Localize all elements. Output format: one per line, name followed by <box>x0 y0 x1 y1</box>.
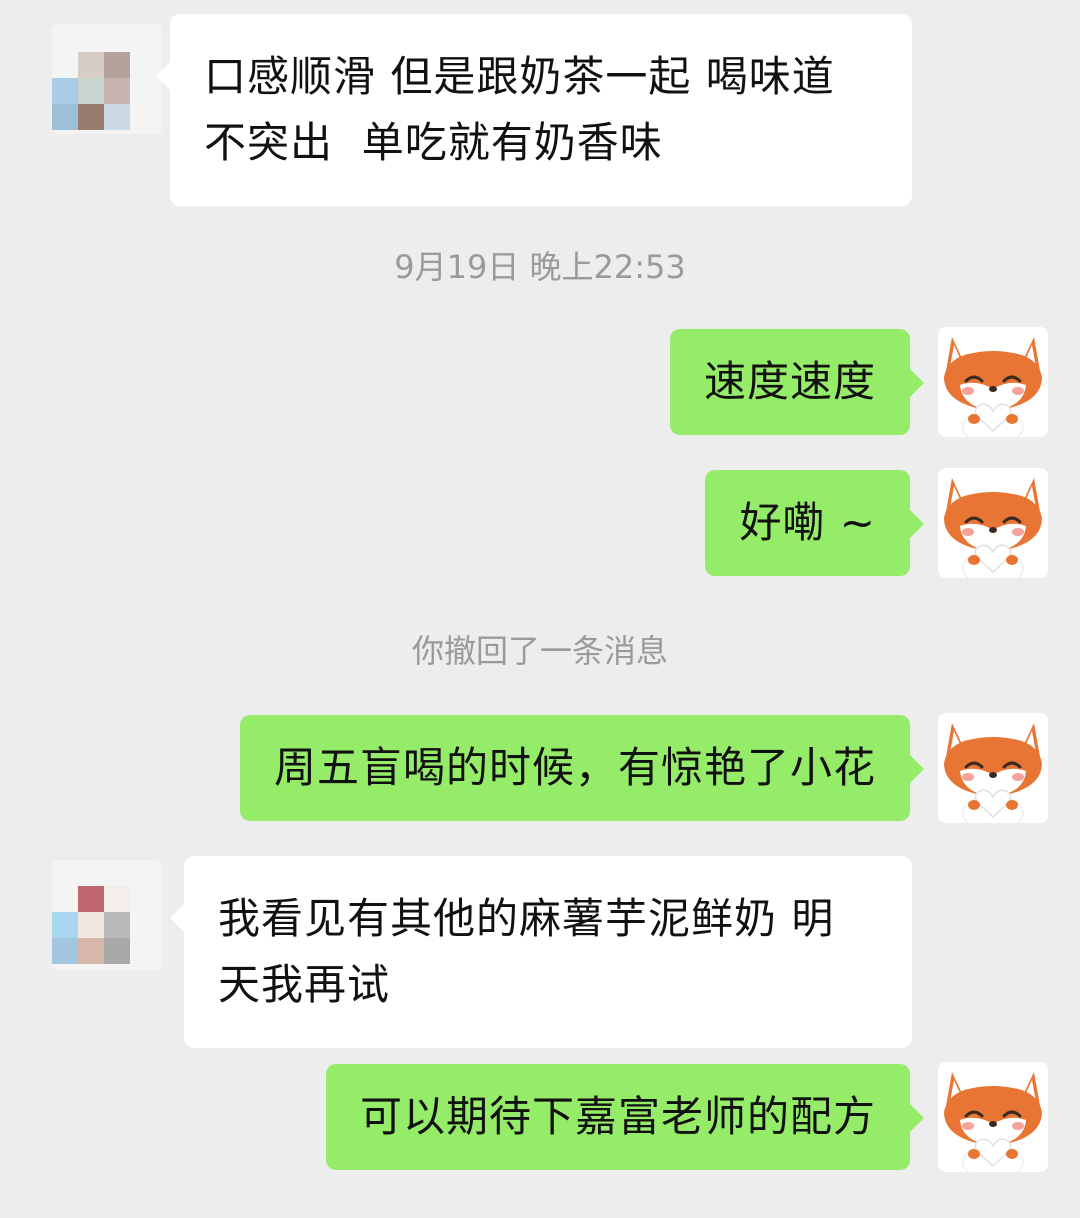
outgoing-message-bubble[interactable]: 速度速度 <box>669 329 925 435</box>
incoming-message-bubble[interactable]: 我看见有其他的麻薯芋泥鲜奶 明 天我再试 <box>170 856 912 1048</box>
fox-avatar-icon[interactable] <box>938 1062 1048 1172</box>
fox-avatar-icon[interactable] <box>938 713 1048 823</box>
incoming-message-bubble[interactable]: 口感顺滑 但是跟奶茶一起 喝味道 不突出 单吃就有奶香味 <box>156 14 912 206</box>
fox-avatar-icon[interactable] <box>938 468 1048 578</box>
outgoing-message-bubble[interactable]: 可以期待下嘉富老师的配方 <box>325 1064 925 1170</box>
outgoing-message-bubble[interactable]: 周五盲喝的时候，有惊艳了小花 <box>239 715 925 821</box>
fox-avatar-icon[interactable] <box>938 327 1048 437</box>
message-timestamp: 9月19日 晚上22:53 <box>394 248 686 286</box>
outgoing-message-bubble[interactable]: 好嘞 ~ <box>705 470 924 576</box>
contact-avatar-icon[interactable] <box>52 24 162 134</box>
recall-notice: 你撤回了一条消息 <box>411 632 668 670</box>
contact-avatar-icon[interactable] <box>52 860 162 970</box>
